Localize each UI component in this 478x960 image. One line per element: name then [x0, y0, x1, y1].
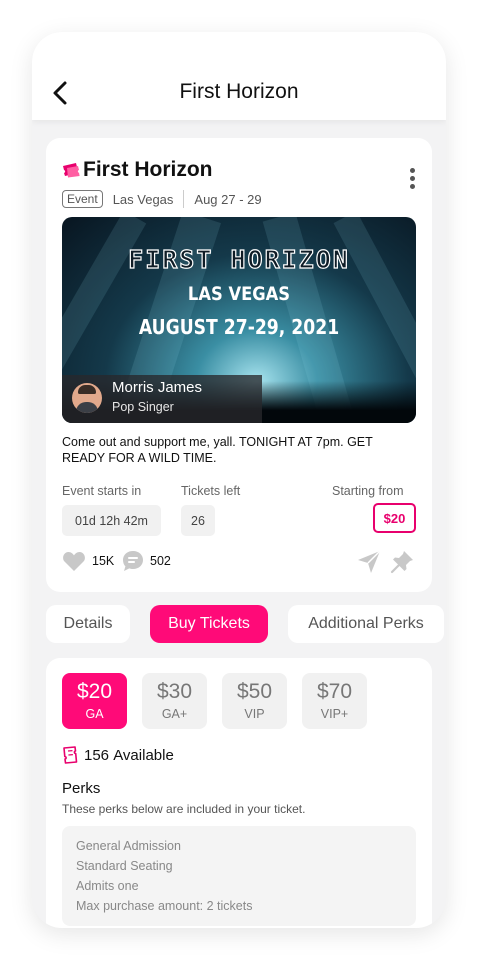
kebab-dot — [409, 168, 415, 173]
tier-price: $50 — [236, 680, 273, 703]
kebab-dot — [409, 176, 415, 181]
avatar — [72, 383, 102, 413]
event-card: First Horizon Event Las Vegas Aug 27 - 2… — [46, 138, 432, 592]
perks-subtitle: These perks below are included in your t… — [62, 802, 306, 816]
event-description: Come out and support me, yall. TONIGHT A… — [62, 435, 373, 465]
comment-count: 502 — [150, 554, 171, 568]
tier-ga-plus[interactable]: $30 GA+ — [142, 673, 207, 729]
tier-vip[interactable]: $50 VIP — [222, 673, 287, 729]
tier-name: GA+ — [161, 707, 188, 721]
event-meta: Event Las Vegas Aug 27 - 29 — [62, 190, 262, 208]
tickets-panel: $20 GA $30 GA+ $50 VIP $70 VIP+ 156 Avai… — [46, 658, 432, 928]
tier-price: $30 — [156, 680, 193, 703]
event-banner: FIRST HORIZON LAS VEGAS AUGUST 27-29, 20… — [62, 217, 416, 423]
tickets-left-label: Tickets left — [181, 484, 241, 498]
tier-name: GA — [85, 707, 104, 721]
perk-item: Admits one — [76, 879, 139, 893]
perks-title: Perks — [62, 780, 101, 797]
tickets-icon — [63, 163, 80, 178]
availability: 156 Available — [62, 746, 174, 764]
pin-icon — [390, 551, 413, 574]
banner-title: FIRST HORIZON — [128, 244, 350, 274]
available-count: 156 — [84, 746, 110, 764]
available-label: Available — [113, 746, 174, 764]
perk-item: Max purchase amount: 2 tickets — [76, 899, 253, 913]
event-title: First Horizon — [83, 158, 213, 181]
meta-divider — [183, 190, 185, 208]
comments-button[interactable]: 502 — [122, 550, 171, 572]
tier-name: VIP+ — [320, 707, 349, 721]
starts-label: Event starts in — [62, 484, 142, 498]
tab-details[interactable]: Details — [46, 605, 130, 643]
performer-role: Pop Singer — [112, 400, 174, 414]
starting-from-label: Starting from — [332, 484, 404, 498]
tier-name: VIP — [244, 707, 265, 721]
banner-dates: AUGUST 27-29, 2021 — [138, 315, 340, 339]
phone-screen: First Horizon First Horizon Event Las Ve… — [32, 32, 446, 928]
banner-city: LAS VEGAS — [187, 283, 291, 305]
pin-button[interactable] — [389, 549, 415, 575]
event-type-badge: Event — [62, 190, 103, 208]
heart-icon — [63, 552, 85, 571]
comment-icon — [123, 551, 143, 571]
event-location: Las Vegas — [112, 191, 174, 207]
ticket-icon — [63, 746, 78, 764]
performer-name: Morris James — [112, 379, 203, 396]
share-button[interactable] — [356, 549, 382, 575]
event-dates: Aug 27 - 29 — [194, 191, 262, 207]
perks-list: General Admission Standard Seating Admit… — [62, 826, 416, 926]
tickets-left-value: 26 — [181, 505, 215, 536]
tab-buy-tickets[interactable]: Buy Tickets — [150, 605, 268, 643]
tier-price: $70 — [316, 680, 353, 703]
tier-price: $20 — [76, 680, 113, 703]
starting-price-badge: $20 — [373, 503, 416, 533]
tab-additional-perks[interactable]: Additional Perks — [288, 605, 444, 643]
kebab-dot — [409, 184, 415, 189]
perk-item: General Admission — [76, 839, 181, 853]
send-icon — [358, 550, 381, 573]
like-count: 15K — [92, 554, 115, 568]
tier-ga[interactable]: $20 GA — [62, 673, 127, 729]
countdown-value: 01d 12h 42m — [62, 505, 161, 536]
top-app-bar: First Horizon — [32, 32, 446, 120]
perk-item: Standard Seating — [76, 859, 173, 873]
performer-chip[interactable]: Morris James Pop Singer — [62, 375, 262, 423]
tier-vip-plus[interactable]: $70 VIP+ — [302, 673, 367, 729]
like-button[interactable]: 15K — [62, 550, 114, 572]
page-title: First Horizon — [179, 80, 299, 103]
more-options-button[interactable] — [406, 168, 418, 194]
